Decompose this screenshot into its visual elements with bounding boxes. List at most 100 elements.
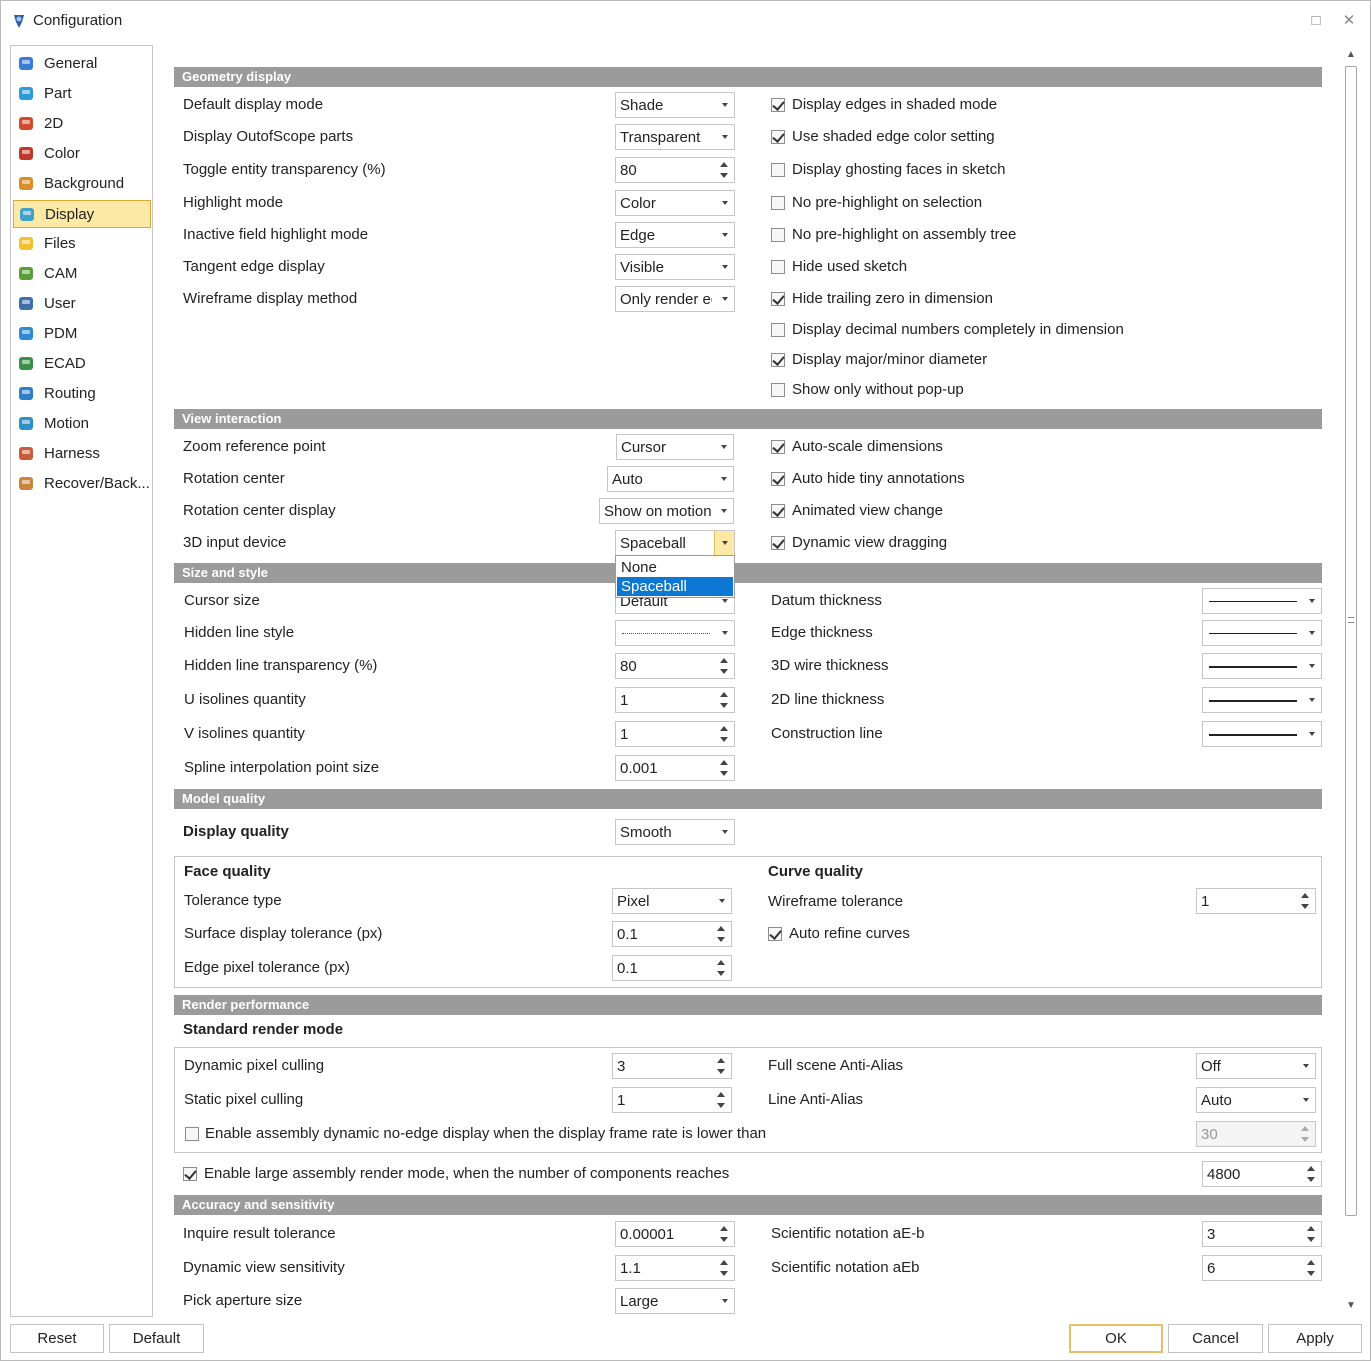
spin-down-icon[interactable] xyxy=(720,1271,728,1276)
frame-rate-spinner[interactable]: 30 xyxy=(1196,1121,1316,1147)
display-major-minor-diameter-checkbox[interactable] xyxy=(771,353,785,367)
sci-notation-pos-spinner[interactable]: 6 xyxy=(1202,1255,1322,1281)
display-ghosting-faces-in-sketch-checkbox[interactable] xyxy=(771,163,785,177)
u-isolines-quantity-spinner[interactable]: 1 xyxy=(615,687,735,713)
spin-up-icon[interactable] xyxy=(1307,1226,1315,1231)
dropdown-option-none[interactable]: None xyxy=(617,558,733,577)
sidebar-item-2d[interactable]: 2D xyxy=(13,110,151,138)
no-pre-highlight-on-selection-checkbox[interactable] xyxy=(771,196,785,210)
scrollbar-thumb[interactable] xyxy=(1345,66,1357,1216)
hidden-line-transparency-spinner[interactable]: 80 xyxy=(615,653,735,679)
display-decimal-numbers-completely-in-dimension-checkbox[interactable] xyxy=(771,323,785,337)
default-button[interactable]: Default xyxy=(109,1324,204,1353)
show-only-without-pop-up-checkbox[interactable] xyxy=(771,383,785,397)
spin-down-icon[interactable] xyxy=(1307,1237,1315,1242)
sidebar-item-recover-back[interactable]: Recover/Back... xyxy=(13,470,151,498)
auto-hide-tiny-annotations-checkbox[interactable] xyxy=(771,472,785,486)
sidebar-item-files[interactable]: Files xyxy=(13,230,151,258)
spin-down-icon[interactable] xyxy=(1301,1137,1309,1142)
hidden-line-style-select[interactable] xyxy=(615,620,735,646)
spin-up-icon[interactable] xyxy=(720,1260,728,1265)
static-culling-spinner[interactable]: 1 xyxy=(612,1087,732,1113)
sidebar-item-background[interactable]: Background xyxy=(13,170,151,198)
no-pre-highlight-on-assembly-tree-checkbox[interactable] xyxy=(771,228,785,242)
large-assembly-checkbox[interactable] xyxy=(183,1167,197,1181)
pick-aperture-select[interactable]: Large xyxy=(615,1288,735,1314)
display-outofscope-parts-select[interactable]: Transparent xyxy=(615,124,735,150)
sidebar-item-color[interactable]: Color xyxy=(13,140,151,168)
sci-notation-neg-spinner[interactable]: 3 xyxy=(1202,1221,1322,1247)
apply-button[interactable]: Apply xyxy=(1268,1324,1362,1353)
wireframe-display-method-select[interactable]: Only render ed xyxy=(615,286,735,312)
restore-icon[interactable]: □ xyxy=(1306,11,1326,31)
reset-button[interactable]: Reset xyxy=(10,1324,104,1353)
spin-up-icon[interactable] xyxy=(720,1226,728,1231)
sidebar-item-part[interactable]: Part xyxy=(13,80,151,108)
spin-down-icon[interactable] xyxy=(1307,1271,1315,1276)
spin-up-icon[interactable] xyxy=(1307,1260,1315,1265)
zoom-reference-point-select[interactable]: Cursor xyxy=(616,434,734,460)
sidebar-item-routing[interactable]: Routing xyxy=(13,380,151,408)
spin-down-icon[interactable] xyxy=(720,771,728,776)
spline-interpolation-point-size-spinner[interactable]: 0.001 xyxy=(615,755,735,781)
spin-down-icon[interactable] xyxy=(1301,904,1309,909)
tolerance-type-select[interactable]: Pixel xyxy=(612,888,732,914)
highlight-mode-select[interactable]: Color xyxy=(615,190,735,216)
spin-up-icon[interactable] xyxy=(1301,1126,1309,1131)
spin-down-icon[interactable] xyxy=(720,173,728,178)
toggle-entity-transparency-spinner[interactable]: 80 xyxy=(615,157,735,183)
surface-tolerance-spinner[interactable]: 0.1 xyxy=(612,921,732,947)
scroll-up-icon[interactable]: ▲ xyxy=(1345,49,1357,61)
hide-used-sketch-checkbox[interactable] xyxy=(771,260,785,274)
display-edges-in-shaded-mode-checkbox[interactable] xyxy=(771,98,785,112)
inquire-tolerance-spinner[interactable]: 0.00001 xyxy=(615,1221,735,1247)
spin-up-icon[interactable] xyxy=(720,726,728,731)
edge-thickness-select[interactable] xyxy=(1202,620,1322,646)
use-shaded-edge-color-setting-checkbox[interactable] xyxy=(771,130,785,144)
default-display-mode-select[interactable]: Shade xyxy=(615,92,735,118)
spin-down-icon[interactable] xyxy=(1307,1177,1315,1182)
inactive-field-highlight-mode-select[interactable]: Edge xyxy=(615,222,735,248)
3d-wire-thickness-select[interactable] xyxy=(1202,653,1322,679)
spin-up-icon[interactable] xyxy=(720,162,728,167)
spin-down-icon[interactable] xyxy=(717,971,725,976)
no-edge-display-checkbox[interactable] xyxy=(185,1127,199,1141)
dynamic-view-dragging-checkbox[interactable] xyxy=(771,536,785,550)
component-count-spinner[interactable]: 4800 xyxy=(1202,1161,1322,1187)
spin-up-icon[interactable] xyxy=(717,1092,725,1097)
spin-up-icon[interactable] xyxy=(717,926,725,931)
spin-up-icon[interactable] xyxy=(1307,1166,1315,1171)
sidebar-item-display[interactable]: Display xyxy=(13,200,151,228)
fsaa-select[interactable]: Off xyxy=(1196,1053,1316,1079)
3d-input-device-select[interactable]: Spaceball xyxy=(615,530,735,556)
spin-up-icon[interactable] xyxy=(1301,893,1309,898)
v-isolines-quantity-spinner[interactable]: 1 xyxy=(615,721,735,747)
spin-down-icon[interactable] xyxy=(720,1237,728,1242)
tangent-edge-display-select[interactable]: Visible xyxy=(615,254,735,280)
spin-up-icon[interactable] xyxy=(717,1058,725,1063)
hide-trailing-zero-in-dimension-checkbox[interactable] xyxy=(771,292,785,306)
sidebar-item-general[interactable]: General xyxy=(13,50,151,78)
rotation-center-select[interactable]: Auto xyxy=(607,466,734,492)
spin-down-icon[interactable] xyxy=(720,737,728,742)
sidebar-item-pdm[interactable]: PDM xyxy=(13,320,151,348)
dropdown-option-spaceball[interactable]: Spaceball xyxy=(617,577,733,596)
spin-up-icon[interactable] xyxy=(720,658,728,663)
spin-up-icon[interactable] xyxy=(720,760,728,765)
view-sensitivity-spinner[interactable]: 1.1 xyxy=(615,1255,735,1281)
scroll-down-icon[interactable]: ▼ xyxy=(1345,1300,1357,1312)
datum-thickness-select[interactable] xyxy=(1202,588,1322,614)
sidebar-item-ecad[interactable]: ECAD xyxy=(13,350,151,378)
2d-line-thickness-select[interactable] xyxy=(1202,687,1322,713)
spin-up-icon[interactable] xyxy=(717,960,725,965)
close-icon[interactable]: ✕ xyxy=(1339,11,1359,31)
sidebar-item-harness[interactable]: Harness xyxy=(13,440,151,468)
cancel-button[interactable]: Cancel xyxy=(1168,1324,1263,1353)
spin-down-icon[interactable] xyxy=(717,937,725,942)
spin-up-icon[interactable] xyxy=(720,692,728,697)
dynamic-culling-spinner[interactable]: 3 xyxy=(612,1053,732,1079)
auto-refine-checkbox[interactable] xyxy=(768,927,782,941)
edge-tolerance-spinner[interactable]: 0.1 xyxy=(612,955,732,981)
spin-down-icon[interactable] xyxy=(717,1103,725,1108)
ok-button[interactable]: OK xyxy=(1069,1324,1163,1353)
